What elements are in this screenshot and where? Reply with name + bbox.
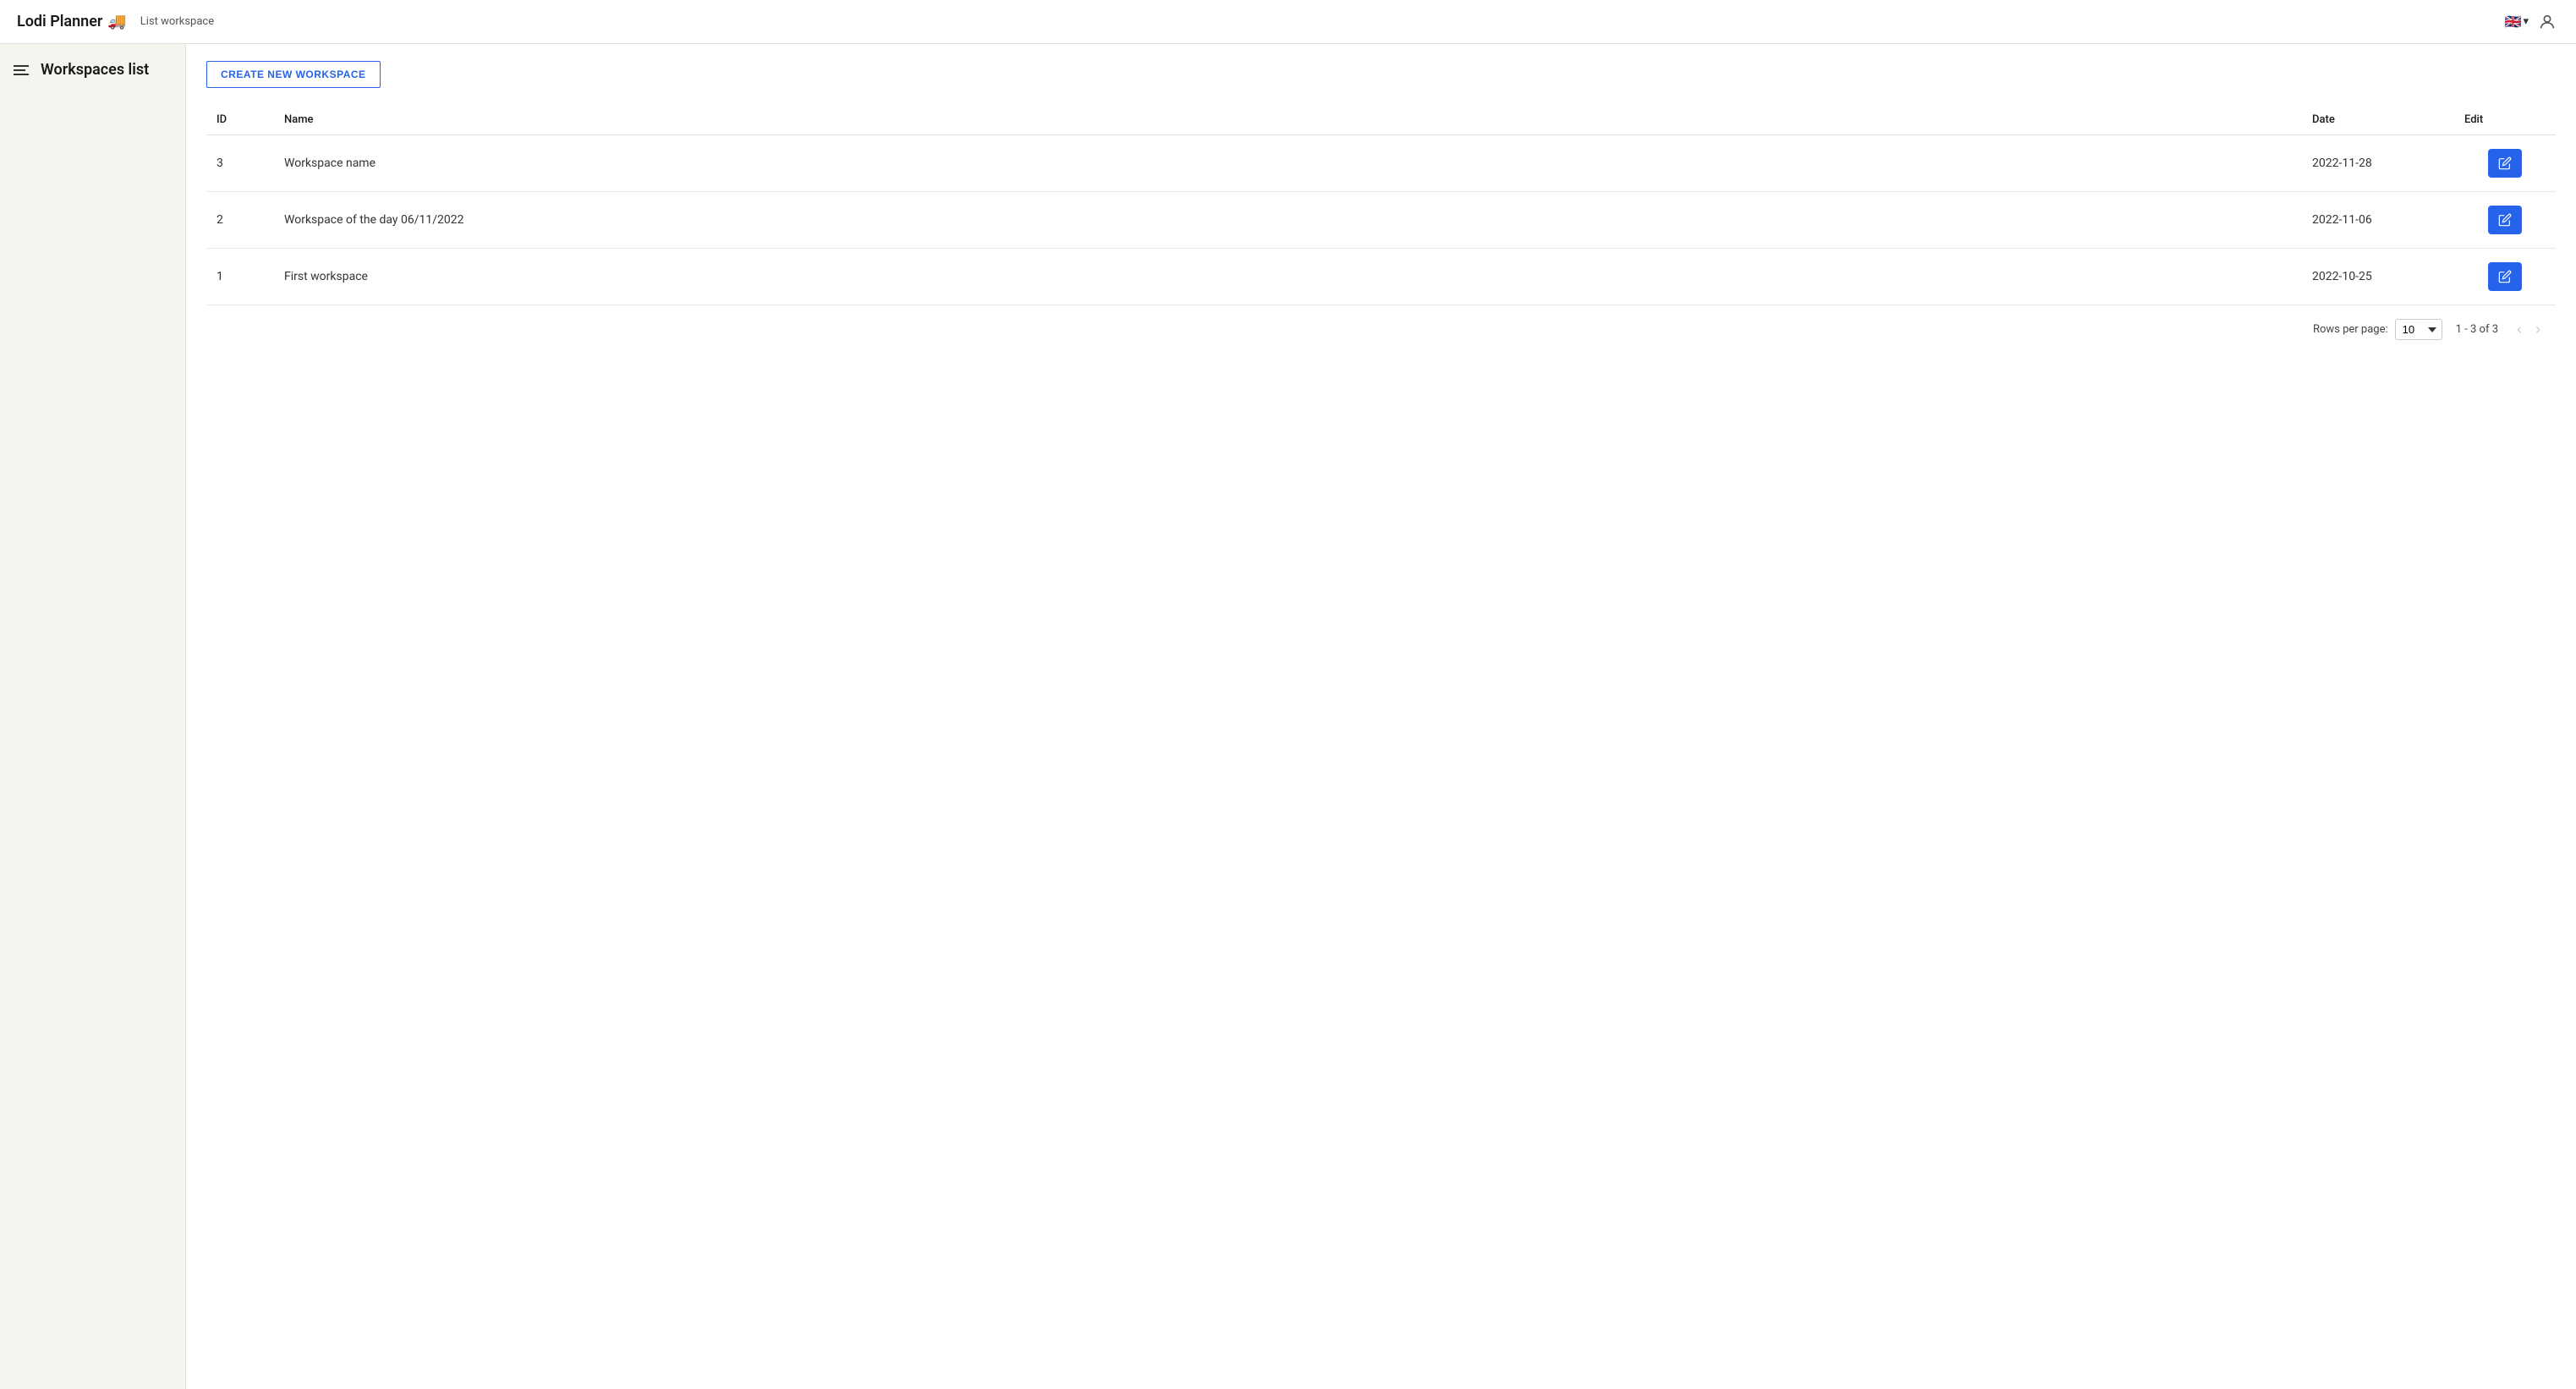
cell-date: 2022-10-25 [2302, 249, 2454, 305]
main-content: CREATE NEW WORKSPACE ID Name Date Edit 3… [186, 44, 2576, 1389]
user-icon [2538, 13, 2557, 31]
lang-arrow: ▾ [2523, 15, 2529, 28]
header-right: 🇬🇧 ▾ [2505, 10, 2559, 34]
edit-button-row-1[interactable] [2488, 262, 2522, 291]
rows-per-page-label: Rows per page: [2313, 323, 2388, 336]
sidebar-menu-icon [14, 65, 29, 75]
table-row: 3Workspace name2022-11-28 [206, 135, 2556, 192]
main-layout: Workspaces list CREATE NEW WORKSPACE ID … [0, 44, 2576, 1389]
cell-name: First workspace [274, 249, 2302, 305]
cell-id: 2 [206, 192, 274, 249]
sidebar-header: Workspaces list [0, 44, 185, 96]
sidebar: Workspaces list [0, 44, 186, 1389]
cell-name: Workspace name [274, 135, 2302, 192]
table-row: 2Workspace of the day 06/11/20222022-11-… [206, 192, 2556, 249]
page-navigation: ‹ › [2512, 319, 2546, 340]
create-workspace-button[interactable]: CREATE NEW WORKSPACE [206, 61, 381, 88]
header-left: Lodi Planner 🚚 List workspace [17, 13, 214, 30]
header-subtitle: List workspace [140, 15, 214, 28]
cell-id: 3 [206, 135, 274, 192]
user-profile-button[interactable] [2535, 10, 2559, 34]
cell-date: 2022-11-28 [2302, 135, 2454, 192]
language-selector[interactable]: 🇬🇧 ▾ [2505, 14, 2529, 30]
edit-icon [2498, 270, 2512, 283]
col-header-edit: Edit [2454, 105, 2556, 135]
edit-icon [2498, 213, 2512, 227]
app-emoji: 🚚 [107, 13, 126, 30]
cell-name: Workspace of the day 06/11/2022 [274, 192, 2302, 249]
edit-icon [2498, 156, 2512, 170]
sidebar-title: Workspaces list [41, 61, 149, 79]
cell-edit [2454, 192, 2556, 249]
app-name-text: Lodi Planner [17, 13, 102, 30]
workspaces-table: ID Name Date Edit 3Workspace name2022-11… [206, 105, 2556, 305]
flag-icon: 🇬🇧 [2505, 14, 2522, 30]
rows-per-page-select[interactable]: 5 10 25 50 [2395, 319, 2442, 340]
table-row: 1First workspace2022-10-25 [206, 249, 2556, 305]
cell-edit [2454, 135, 2556, 192]
app-header: Lodi Planner 🚚 List workspace 🇬🇧 ▾ [0, 0, 2576, 44]
col-header-id: ID [206, 105, 274, 135]
next-page-button[interactable]: › [2530, 319, 2546, 340]
table-header-row: ID Name Date Edit [206, 105, 2556, 135]
prev-page-button[interactable]: ‹ [2512, 319, 2527, 340]
edit-button-row-3[interactable] [2488, 149, 2522, 178]
rows-per-page: Rows per page: 5 10 25 50 [2313, 319, 2442, 340]
edit-button-row-2[interactable] [2488, 206, 2522, 234]
cell-id: 1 [206, 249, 274, 305]
app-title: Lodi Planner 🚚 [17, 13, 127, 30]
col-header-date: Date [2302, 105, 2454, 135]
col-header-name: Name [274, 105, 2302, 135]
cell-edit [2454, 249, 2556, 305]
cell-date: 2022-11-06 [2302, 192, 2454, 249]
pagination-bar: Rows per page: 5 10 25 50 1 - 3 of 3 ‹ › [206, 305, 2556, 354]
page-info: 1 - 3 of 3 [2456, 323, 2498, 336]
